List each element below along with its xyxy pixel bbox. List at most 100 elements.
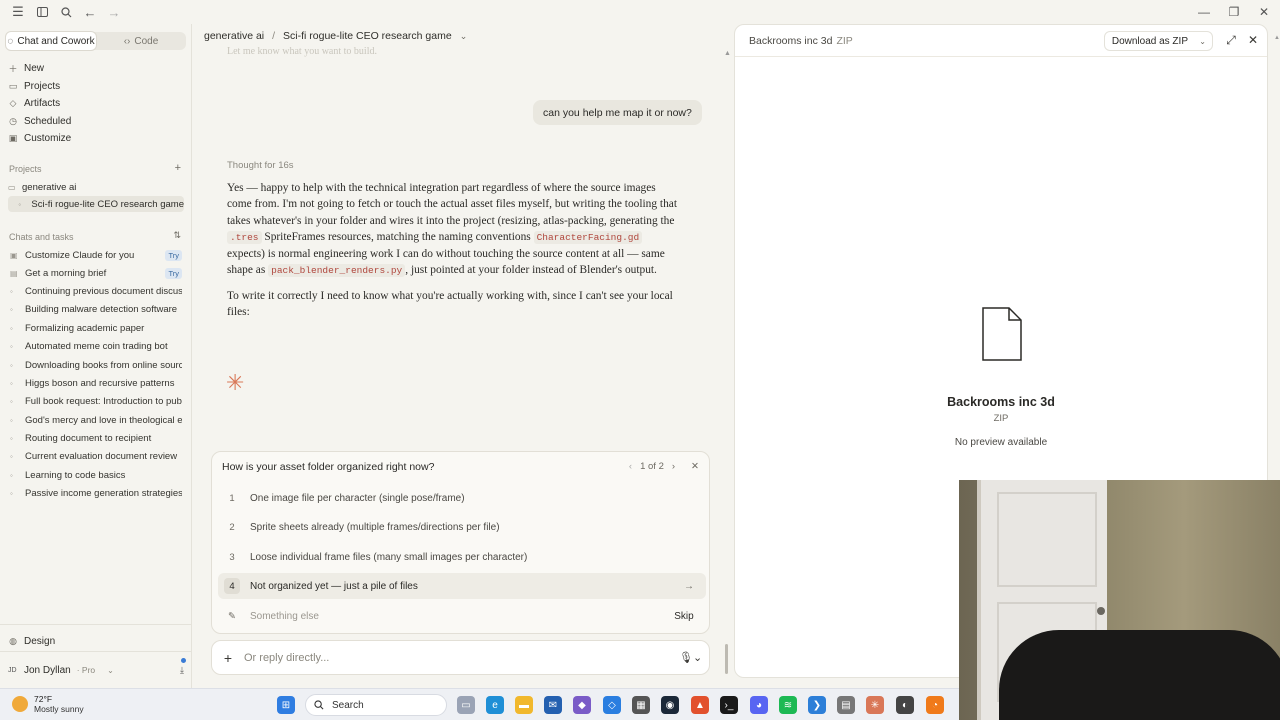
artifact-title: Backrooms inc 3d ZIP bbox=[749, 35, 853, 47]
file-explorer-icon[interactable]: ▬ bbox=[515, 696, 533, 714]
chat-item[interactable]: ◦ Full book request: Introduction to publ… bbox=[10, 393, 182, 409]
vscode-icon[interactable]: ❯ bbox=[808, 696, 826, 714]
search-icon[interactable] bbox=[54, 0, 78, 24]
close-window-icon[interactable]: ✕ bbox=[1248, 0, 1280, 24]
download-icon[interactable]: ⤓ bbox=[180, 665, 184, 676]
discord-icon[interactable]: ◕ bbox=[750, 696, 768, 714]
dropbox-icon[interactable]: ◇ bbox=[603, 696, 621, 714]
forward-icon[interactable]: → bbox=[102, 0, 126, 24]
scrollbar[interactable]: ▲ bbox=[1274, 35, 1280, 41]
claude-icon[interactable]: ✳ bbox=[866, 696, 884, 714]
chat-dot-icon: ◦ bbox=[10, 415, 13, 425]
chat-dot-icon: ◦ bbox=[10, 360, 13, 370]
reply-composer[interactable]: + Or reply directly... 🎙︎⌄ bbox=[211, 640, 710, 675]
chat-dot-icon: ◦ bbox=[10, 304, 13, 314]
task-view-icon[interactable]: ▭ bbox=[457, 696, 475, 714]
chat-dot-icon: ◦ bbox=[10, 451, 13, 461]
restore-icon[interactable]: ❐ bbox=[1218, 0, 1250, 24]
chats-section-title: Chats and tasks bbox=[9, 232, 74, 242]
app-icon[interactable]: ◆ bbox=[573, 696, 591, 714]
chat-item[interactable]: ◦ Building malware detection software bbox=[10, 301, 182, 317]
try-badge[interactable]: Try bbox=[165, 267, 182, 279]
brave-icon[interactable]: ▲ bbox=[691, 696, 709, 714]
chat-item[interactable]: ▣ Customize Claude for you Try bbox=[10, 247, 182, 263]
chat-item[interactable]: ◦ Learning to code basics bbox=[10, 467, 182, 483]
chat-dot-icon: ◦ bbox=[10, 378, 13, 388]
weather-widget[interactable]: 72°F Mostly sunny bbox=[12, 694, 84, 714]
close-icon[interactable]: ✕ bbox=[691, 461, 699, 472]
chat-item[interactable]: ◦ Automated meme coin trading bot bbox=[10, 338, 182, 354]
chevron-down-icon[interactable]: ⌄ bbox=[460, 31, 468, 42]
reply-input[interactable]: Or reply directly... bbox=[244, 652, 679, 664]
start-icon[interactable]: ⊞ bbox=[277, 696, 295, 714]
close-icon[interactable]: ✕ bbox=[1243, 30, 1263, 50]
thought-duration[interactable]: Thought for 16s bbox=[227, 160, 294, 171]
pencil-icon: ✎ bbox=[228, 610, 236, 622]
question-option-selected[interactable]: 4 Not organized yet — just a pile of fil… bbox=[218, 573, 706, 599]
question-option[interactable]: 3 Loose individual frame files (many sma… bbox=[218, 544, 706, 570]
chat-title[interactable]: Sci-fi rogue-lite CEO research game bbox=[283, 30, 452, 42]
chat-item[interactable]: ◦ Higgs boson and recursive patterns bbox=[10, 375, 182, 391]
chat-item[interactable]: ◦ Passive income generation strategies bbox=[10, 485, 182, 501]
chat-item[interactable]: ◦ God's mercy and love in theological ev bbox=[10, 412, 182, 428]
sidebar-toggle-icon[interactable] bbox=[30, 0, 54, 24]
chevron-down-icon[interactable]: ⌄ bbox=[1199, 37, 1206, 46]
chat-item[interactable]: ◦ Downloading books from online sources bbox=[10, 357, 182, 373]
claude-spinner-icon: ✳ bbox=[226, 370, 245, 395]
scrollbar[interactable] bbox=[725, 644, 728, 674]
calculator-icon[interactable]: ▦ bbox=[632, 696, 650, 714]
search-icon bbox=[314, 700, 324, 710]
spotify-icon[interactable]: ≋ bbox=[779, 696, 797, 714]
app-icon[interactable]: ▤ bbox=[837, 696, 855, 714]
chat-item[interactable]: ▤ Get a morning brief Try bbox=[10, 265, 182, 281]
chat-dot-icon: ◦ bbox=[10, 396, 13, 406]
add-attachment-icon[interactable]: + bbox=[212, 650, 244, 666]
edge-icon[interactable]: e bbox=[486, 696, 504, 714]
menu-icon[interactable]: ☰ bbox=[6, 0, 30, 24]
mail-icon[interactable]: ✉ bbox=[544, 696, 562, 714]
add-project-icon[interactable]: + bbox=[175, 162, 181, 174]
try-badge[interactable]: Try bbox=[165, 249, 182, 261]
chair-image bbox=[999, 630, 1280, 720]
steam-icon[interactable]: ◉ bbox=[661, 696, 679, 714]
project-item-generative-ai[interactable]: ▭ generative ai bbox=[8, 179, 184, 195]
firefox-icon[interactable]: ◔ bbox=[926, 696, 944, 714]
question-option[interactable]: 2 Sprite sheets already (multiple frames… bbox=[218, 514, 706, 540]
nav-projects[interactable]: ▭ Projects bbox=[8, 78, 186, 94]
arrow-right-icon: → bbox=[684, 580, 694, 592]
chat-item[interactable]: ◦ Routing document to recipient bbox=[10, 430, 182, 446]
chat-item[interactable]: ◦Continuing previous document discussion bbox=[10, 283, 182, 299]
back-icon[interactable]: ← bbox=[78, 0, 102, 24]
chat-item[interactable]: ◦ Current evaluation document review bbox=[10, 448, 182, 464]
project-item-sci-fi[interactable]: ◦ Sci-fi rogue-lite CEO research game bbox=[8, 196, 184, 212]
notification-dot bbox=[181, 658, 186, 663]
nav-scheduled[interactable]: ◷ Scheduled bbox=[8, 113, 186, 129]
question-option[interactable]: 1 One image file per character (single p… bbox=[218, 485, 706, 511]
nav-customize[interactable]: ▣ Customize bbox=[8, 130, 186, 146]
breadcrumb-project[interactable]: generative ai bbox=[204, 30, 264, 42]
chevron-right-icon[interactable]: › bbox=[672, 461, 675, 472]
nav-artifacts[interactable]: ◇ Artifacts bbox=[8, 95, 186, 111]
skip-button[interactable]: Skip bbox=[669, 607, 699, 625]
other-answer-input[interactable]: ✎ Something else bbox=[218, 603, 706, 629]
terminal-icon[interactable]: ›_ bbox=[720, 696, 738, 714]
microphone-icon[interactable]: 🎙︎⌄ bbox=[679, 651, 709, 664]
question-pager: ‹ 1 of 2 › ✕ bbox=[628, 461, 699, 472]
minimize-icon[interactable]: — bbox=[1188, 0, 1220, 24]
chat-item[interactable]: ◦ Formalizing academic paper bbox=[10, 320, 182, 336]
taskbar-search[interactable]: Search bbox=[305, 694, 447, 716]
app-icon[interactable]: ◐ bbox=[896, 696, 914, 714]
chevron-left-icon[interactable]: ‹ bbox=[629, 461, 632, 472]
filter-icon[interactable]: ⇅ bbox=[173, 230, 181, 241]
mode-chat-cowork[interactable]: ◌ Chat and Cowork bbox=[6, 32, 96, 50]
scroll-indicator[interactable]: ▲ bbox=[724, 50, 731, 57]
user-menu[interactable]: JD Jon Dyllan · Pro ⌄ ⤓ bbox=[8, 658, 186, 678]
chat-breadcrumb: generative ai / Sci-fi rogue-lite CEO re… bbox=[192, 24, 732, 48]
nav-new[interactable]: ＋ New bbox=[8, 60, 186, 76]
question-card: How is your asset folder organized right… bbox=[211, 451, 710, 634]
expand-icon[interactable]: ⤢ bbox=[1221, 30, 1241, 50]
mode-code[interactable]: ‹› Code bbox=[96, 32, 186, 50]
design-button[interactable]: ◍ Design bbox=[8, 633, 186, 649]
no-preview-text: No preview available bbox=[954, 437, 1048, 448]
download-zip-button[interactable]: Download as ZIP ⌄ bbox=[1103, 31, 1213, 51]
